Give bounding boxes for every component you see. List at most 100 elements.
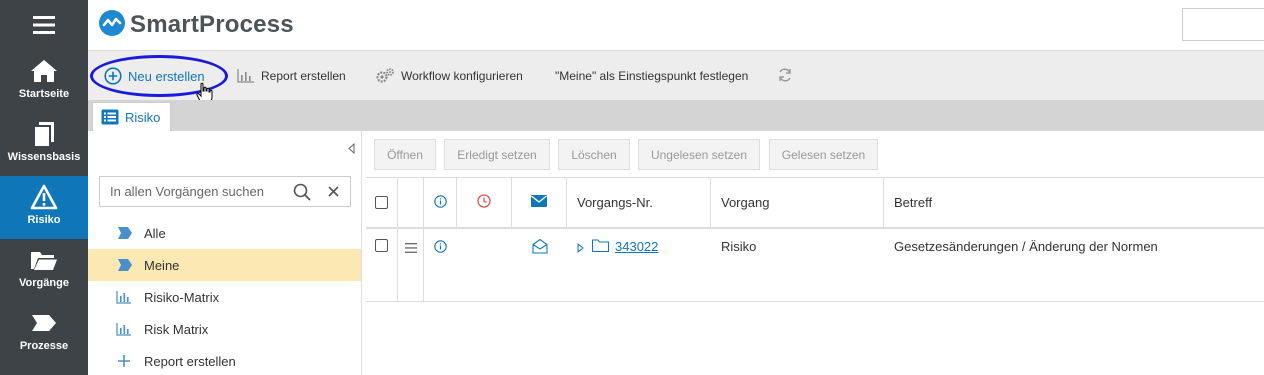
select-all-checkbox[interactable] — [375, 196, 388, 209]
delete-button[interactable]: Löschen — [558, 139, 630, 170]
nav-item-label: Prozesse — [19, 340, 69, 352]
column-subject-label: Betreff — [894, 195, 933, 210]
nav-item-label: Vorgänge — [19, 277, 69, 289]
home-icon — [30, 58, 58, 84]
refresh-button[interactable] — [777, 51, 793, 101]
clear-icon[interactable] — [328, 177, 339, 206]
bar-chart-icon — [116, 322, 144, 336]
documents-icon — [33, 121, 55, 147]
menu-icon[interactable] — [0, 0, 88, 50]
set-entrypoint-label: "Meine" als Einstiegspunkt festlegen — [555, 69, 749, 83]
filter-panel: Alle Meine Risiko-Matrix Risk Matrix Rep… — [88, 131, 362, 375]
tag-icon — [118, 227, 144, 239]
column-number-header[interactable]: Vorgangs-Nr. — [567, 177, 711, 229]
nav-item-prozesse[interactable]: Prozesse — [0, 302, 88, 365]
process-name: Risiko — [721, 239, 757, 254]
filter-item-risiko-matrix[interactable]: Risiko-Matrix — [88, 281, 361, 313]
column-menu-header — [398, 177, 424, 229]
column-mail-header[interactable] — [512, 177, 567, 229]
subject-text: Gesetzesänderungen / Änderung der Normen — [894, 239, 1158, 254]
workflow-button-label: Workflow konfigurieren — [401, 69, 523, 83]
info-icon[interactable] — [434, 240, 447, 256]
column-subject-header[interactable]: Betreff — [884, 177, 1264, 229]
select-all-checkbox-cell — [366, 177, 398, 229]
envelope-icon — [531, 195, 547, 210]
filter-item-label: Alle — [144, 225, 166, 241]
column-process-header[interactable]: Vorgang — [711, 177, 884, 229]
folder-icon — [30, 247, 58, 273]
app-header: SmartProcess — [88, 0, 1264, 50]
mark-unread-label: Ungelesen setzen — [650, 147, 748, 162]
toolbar: Neu erstellen Report erstellen Workflow … — [88, 50, 1264, 100]
bar-chart-icon — [116, 290, 144, 304]
nav-item-label: Risiko — [27, 214, 61, 226]
nav-item-startseite[interactable]: Startseite — [0, 50, 88, 113]
search-icon[interactable] — [293, 177, 311, 206]
folder-icon — [591, 239, 610, 255]
filter-item-meine[interactable]: Meine — [88, 249, 361, 281]
row-menu-cell — [398, 229, 424, 302]
plus-circle-icon — [104, 67, 122, 85]
column-deadline-header[interactable] — [457, 177, 512, 229]
mark-done-label: Erledigt setzen — [457, 147, 537, 162]
list-icon — [101, 109, 119, 125]
filter-item-alle[interactable]: Alle — [88, 217, 361, 249]
table-row-checkbox-cell — [366, 229, 398, 302]
header-search-input[interactable] — [1182, 8, 1264, 41]
tab-bar: Risiko — [88, 100, 1264, 131]
filter-item-label: Risk Matrix — [144, 321, 209, 337]
column-number-label: Vorgangs-Nr. — [577, 195, 653, 210]
workflow-button[interactable]: Workflow konfigurieren — [375, 51, 523, 101]
nav-item-vorgaenge[interactable]: Vorgänge — [0, 239, 88, 302]
mark-read-button[interactable]: Gelesen setzen — [769, 139, 878, 170]
mark-done-button[interactable]: Erledigt setzen — [444, 139, 550, 170]
app-name: SmartProcess — [130, 10, 294, 38]
search-field — [99, 176, 351, 207]
column-info-header[interactable] — [424, 177, 457, 229]
main-content: Öffnen Erledigt setzen Löschen Ungelesen… — [366, 131, 1264, 375]
report-button-label: Report erstellen — [261, 69, 346, 83]
new-button[interactable]: Neu erstellen — [104, 51, 205, 101]
process-arrow-icon — [31, 310, 57, 336]
nav-item-risiko[interactable]: Risiko — [0, 176, 88, 239]
info-icon — [433, 194, 447, 211]
report-button[interactable]: Report erstellen — [237, 51, 346, 101]
left-navigation: Startseite Wissensbasis Risiko Vorgänge … — [0, 0, 88, 375]
delete-button-label: Löschen — [571, 147, 617, 162]
column-process-label: Vorgang — [721, 195, 770, 210]
process-number-link[interactable]: 343022 — [615, 239, 658, 254]
open-button-label: Öffnen — [387, 147, 423, 162]
new-button-label: Neu erstellen — [128, 68, 205, 84]
filter-item-risk-matrix[interactable]: Risk Matrix — [88, 313, 361, 345]
open-button[interactable]: Öffnen — [374, 139, 436, 170]
filter-item-label: Risiko-Matrix — [144, 289, 220, 305]
row-info-cell — [424, 229, 457, 302]
tab-risiko[interactable]: Risiko — [92, 102, 172, 131]
plus-icon — [118, 355, 144, 367]
expand-chevron-icon[interactable] — [577, 241, 584, 256]
search-input[interactable] — [110, 184, 290, 199]
row-deadline-cell — [457, 229, 512, 302]
nav-item-wissensbasis[interactable]: Wissensbasis — [0, 113, 88, 176]
row-menu-icon[interactable] — [404, 241, 417, 256]
bar-chart-icon — [237, 69, 255, 83]
row-mail-cell — [512, 229, 567, 302]
set-entrypoint-button[interactable]: "Meine" als Einstiegspunkt festlegen — [555, 51, 748, 101]
filter-item-label: Meine — [144, 257, 180, 273]
row-checkbox[interactable] — [375, 239, 388, 252]
row-process-cell: Risiko — [711, 229, 884, 302]
refresh-icon — [777, 67, 793, 86]
logo-icon — [98, 9, 126, 40]
nav-item-label: Startseite — [18, 88, 70, 100]
mark-read-label: Gelesen setzen — [781, 147, 866, 162]
row-subject-cell: Gesetzesänderungen / Änderung der Normen — [884, 229, 1264, 302]
mark-unread-button[interactable]: Ungelesen setzen — [638, 139, 760, 170]
row-number-cell: 343022 — [567, 229, 711, 302]
filter-item-label: Report erstellen — [144, 353, 236, 369]
clock-icon — [477, 194, 491, 211]
collapse-panel-icon[interactable] — [348, 142, 355, 157]
gears-icon — [375, 67, 395, 85]
envelope-open-icon[interactable] — [531, 238, 548, 257]
warning-icon — [30, 184, 58, 210]
filter-item-report-erstellen[interactable]: Report erstellen — [88, 345, 361, 375]
